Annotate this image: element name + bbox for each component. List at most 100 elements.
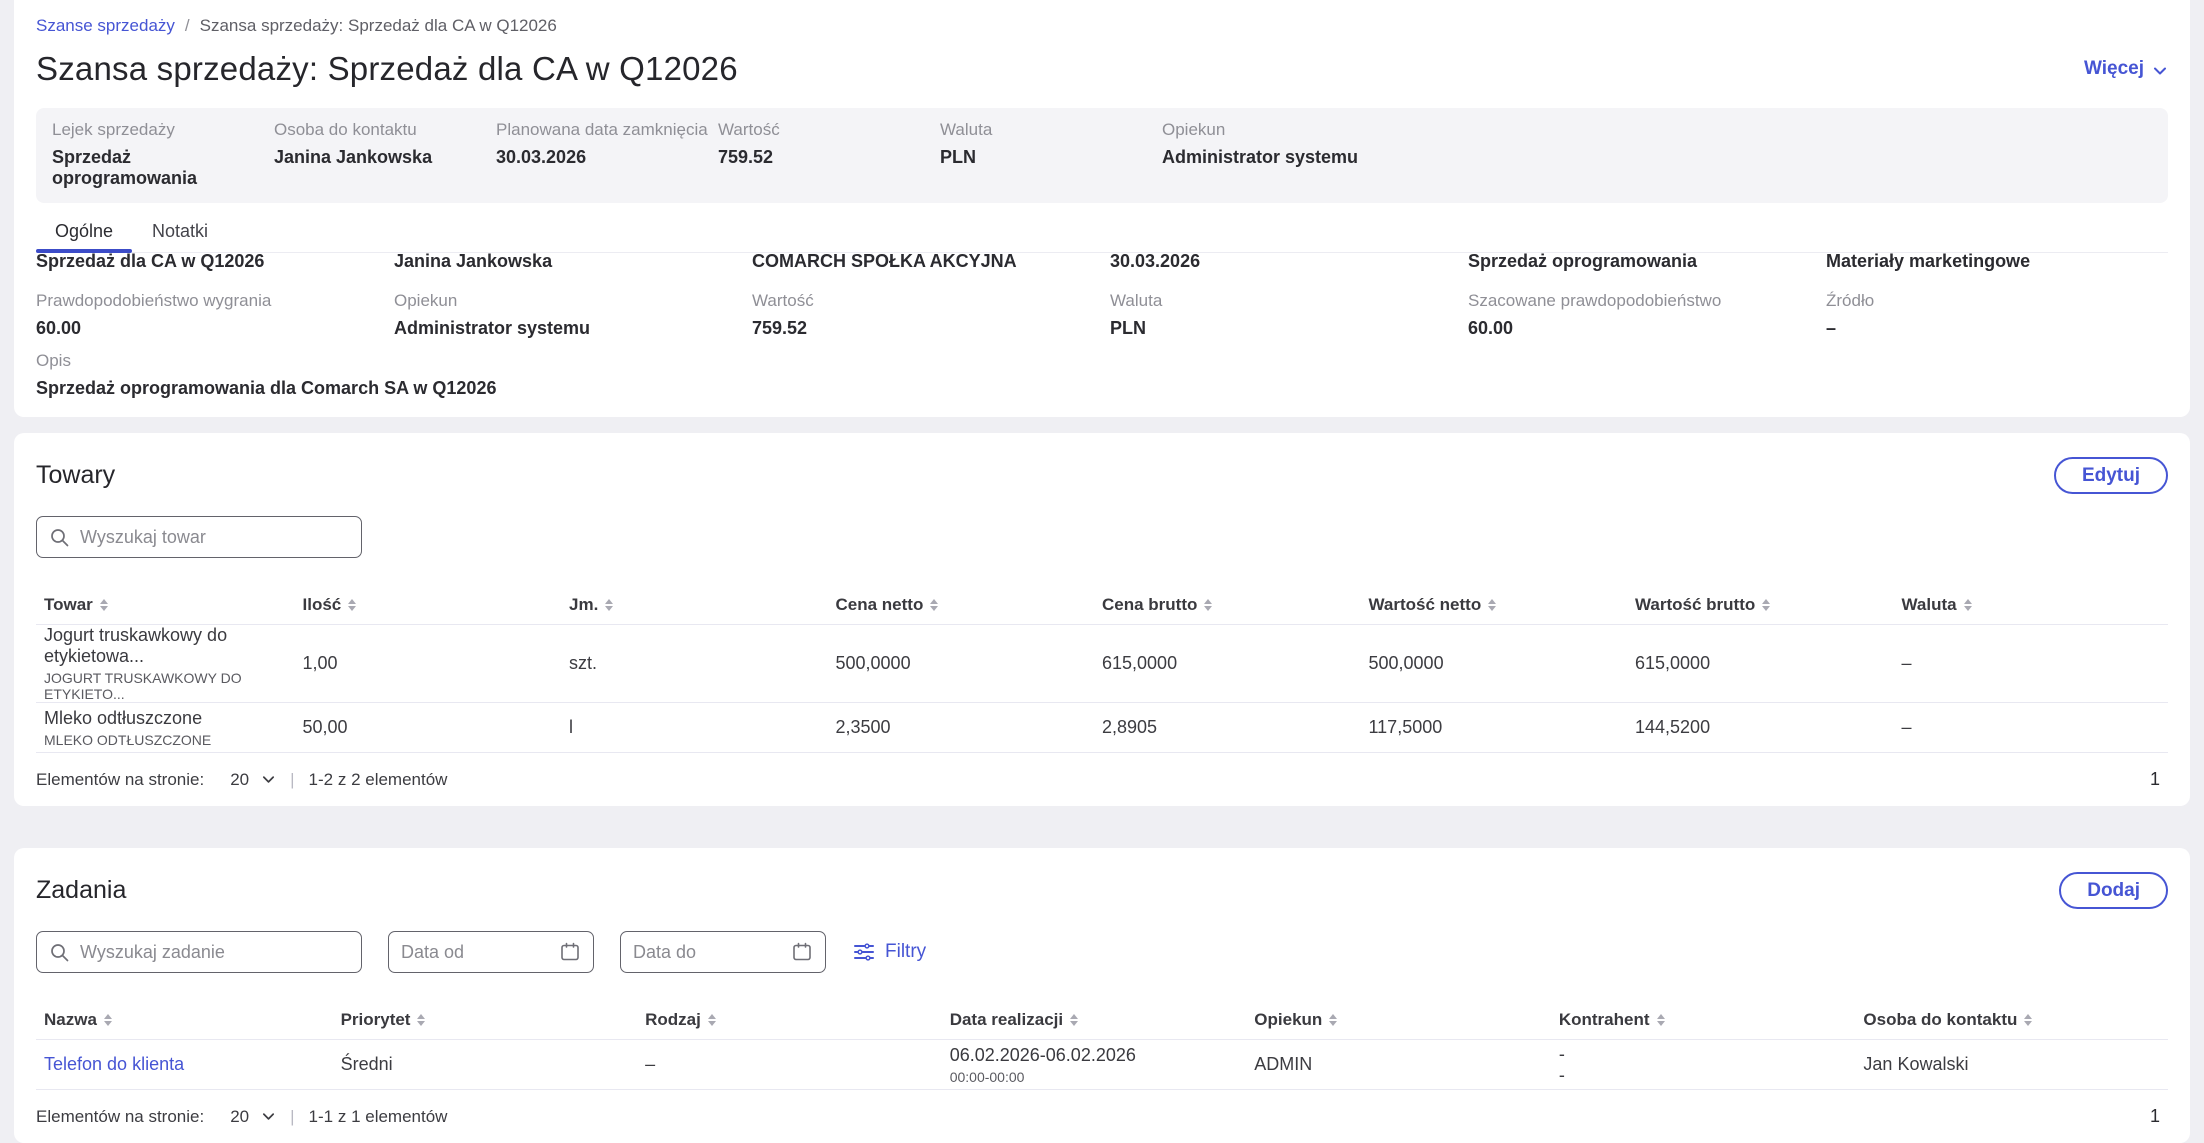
product-net-price: 500,0000 xyxy=(836,653,1103,674)
task-priority: Średni xyxy=(341,1054,646,1075)
column-header-jm[interactable]: Jm. xyxy=(569,595,836,615)
chevron-down-icon xyxy=(261,1109,276,1124)
summary-field-contact: Osoba do kontaktu Janina Jankowska xyxy=(274,120,496,189)
products-card: Towary Edytuj Towar Ilość Jm. Cena netto… xyxy=(14,433,2190,806)
opportunity-header-panel: Szanse sprzedaży / Szansa sprzedaży: Spr… xyxy=(14,0,2190,417)
filters-icon xyxy=(852,940,876,964)
column-header-nazwa[interactable]: Nazwa xyxy=(36,1010,341,1030)
sort-icon xyxy=(605,599,613,611)
column-header-cena-netto[interactable]: Cena netto xyxy=(836,595,1103,615)
date-from-input[interactable] xyxy=(401,942,521,963)
column-header-ilosc[interactable]: Ilość xyxy=(303,595,570,615)
product-qty: 50,00 xyxy=(303,717,570,738)
sort-icon xyxy=(1488,599,1496,611)
summary-strip: Lejek sprzedaży Sprzedaż oprogramowania … xyxy=(36,108,2168,203)
page-number[interactable]: 1 xyxy=(2150,1106,2160,1127)
table-row[interactable]: Mleko odtłuszczone MLEKO ODTŁUSZCZONE 50… xyxy=(36,702,2168,752)
per-page-label: Elementów na stronie: xyxy=(36,770,204,790)
sort-icon xyxy=(1762,599,1770,611)
filters-button[interactable]: Filtry xyxy=(852,940,926,964)
search-icon xyxy=(49,527,70,548)
column-header-opiekun[interactable]: Opiekun xyxy=(1254,1010,1559,1030)
column-header-priorytet[interactable]: Priorytet xyxy=(341,1010,646,1030)
chevron-down-icon xyxy=(261,772,276,787)
pagination-range: 1-2 z 2 elementów xyxy=(309,770,448,790)
more-button-label: Więcej xyxy=(2084,58,2144,80)
detail-field-owner: Opiekun Administrator systemu xyxy=(394,291,736,339)
product-currency: – xyxy=(1902,717,2169,738)
detail-value-stage: Materiały marketingowe xyxy=(1826,253,2168,285)
sort-icon xyxy=(100,599,108,611)
task-name-link[interactable]: Telefon do klienta xyxy=(44,1054,184,1074)
task-time-range: 00:00-00:00 xyxy=(950,1069,1255,1085)
sort-icon xyxy=(1657,1014,1665,1026)
tab-general[interactable]: Ogólne xyxy=(36,213,132,252)
product-net-price: 2,3500 xyxy=(836,717,1103,738)
tabbar: Ogólne Notatki xyxy=(36,213,2168,253)
sort-icon xyxy=(104,1014,112,1026)
tasks-card: Zadania Dodaj Filtry Nazwa Priorytet Rod… xyxy=(14,848,2190,1143)
tab-notes[interactable]: Notatki xyxy=(132,213,228,252)
breadcrumb: Szanse sprzedaży / Szansa sprzedaży: Spr… xyxy=(36,16,2168,36)
task-owner: ADMIN xyxy=(1254,1054,1559,1075)
calendar-icon[interactable] xyxy=(791,941,813,963)
summary-field-value: Wartość 759.52 xyxy=(718,120,940,189)
table-row[interactable]: Jogurt truskawkowy do etykietowa... JOGU… xyxy=(36,624,2168,702)
sort-icon xyxy=(417,1014,425,1026)
edit-products-button[interactable]: Edytuj xyxy=(2054,457,2168,494)
pagination-separator: | xyxy=(290,1107,294,1127)
product-net-value: 500,0000 xyxy=(1369,653,1636,674)
task-type: – xyxy=(645,1054,950,1075)
column-header-wartosc-netto[interactable]: Wartość netto xyxy=(1369,595,1636,615)
breadcrumb-link-opportunities[interactable]: Szanse sprzedaży xyxy=(36,16,175,36)
column-header-kontrahent[interactable]: Kontrahent xyxy=(1559,1010,1864,1030)
column-header-towar[interactable]: Towar xyxy=(36,595,303,615)
task-contact: Jan Kowalski xyxy=(1863,1054,2168,1075)
per-page-select[interactable]: 20 xyxy=(218,1107,276,1127)
task-contractor: - xyxy=(1559,1065,1864,1086)
detail-value-funnel: Sprzedaż oprogramowania xyxy=(1468,253,1810,285)
column-header-wartosc-brutto[interactable]: Wartość brutto xyxy=(1635,595,1902,615)
product-search-box xyxy=(36,516,362,558)
task-search-input[interactable] xyxy=(80,942,349,963)
product-gross-price: 2,8905 xyxy=(1102,717,1369,738)
column-header-cena-brutto[interactable]: Cena brutto xyxy=(1102,595,1369,615)
products-table-header: Towar Ilość Jm. Cena netto Cena brutto W… xyxy=(36,586,2168,624)
page-number[interactable]: 1 xyxy=(2150,769,2160,790)
date-to-field xyxy=(620,931,826,973)
product-search-input[interactable] xyxy=(80,527,349,548)
product-gross-value: 144,5200 xyxy=(1635,717,1902,738)
column-header-osoba-do-kontaktu[interactable]: Osoba do kontaktu xyxy=(1863,1010,2168,1030)
date-from-field xyxy=(388,931,594,973)
sort-icon xyxy=(1070,1014,1078,1026)
product-net-value: 117,5000 xyxy=(1369,717,1636,738)
date-to-input[interactable] xyxy=(633,942,753,963)
sort-icon xyxy=(1964,599,1972,611)
detail-value-close-date: 30.03.2026 xyxy=(1110,253,1452,285)
summary-field-currency: Waluta PLN xyxy=(940,120,1162,189)
product-name: Jogurt truskawkowy do etykietowa... xyxy=(44,625,303,667)
details-section: Sprzedaż dla CA w Q12026 Janina Jankowsk… xyxy=(36,253,2168,399)
more-button[interactable]: Więcej xyxy=(2084,58,2168,80)
tasks-table-header: Nazwa Priorytet Rodzaj Data realizacji O… xyxy=(36,1001,2168,1039)
detail-field-description: Opis Sprzedaż oprogramowania dla Comarch… xyxy=(36,351,2168,399)
column-header-data-realizacji[interactable]: Data realizacji xyxy=(950,1010,1255,1030)
sort-icon xyxy=(930,599,938,611)
detail-field-currency: Waluta PLN xyxy=(1110,291,1452,339)
detail-field-estimated-probability: Szacowane prawdopodobieństwo 60.00 xyxy=(1468,291,1810,339)
products-pagination: Elementów na stronie: 20 | 1-2 z 2 eleme… xyxy=(36,752,2168,806)
column-header-rodzaj[interactable]: Rodzaj xyxy=(645,1010,950,1030)
sort-icon xyxy=(1204,599,1212,611)
column-header-waluta[interactable]: Waluta xyxy=(1902,595,2169,615)
per-page-select[interactable]: 20 xyxy=(218,770,276,790)
chevron-down-icon xyxy=(2152,63,2168,79)
task-contractor: - xyxy=(1559,1044,1864,1065)
sort-icon xyxy=(348,599,356,611)
add-task-button[interactable]: Dodaj xyxy=(2059,872,2168,909)
product-qty: 1,00 xyxy=(303,653,570,674)
table-row[interactable]: Telefon do klienta Średni – 06.02.2026-0… xyxy=(36,1039,2168,1089)
calendar-icon[interactable] xyxy=(559,941,581,963)
detail-value-contractor: COMARCH SPOŁKA AKCYJNA xyxy=(752,253,1094,285)
per-page-label: Elementów na stronie: xyxy=(36,1107,204,1127)
summary-field-funnel: Lejek sprzedaży Sprzedaż oprogramowania xyxy=(52,120,274,189)
